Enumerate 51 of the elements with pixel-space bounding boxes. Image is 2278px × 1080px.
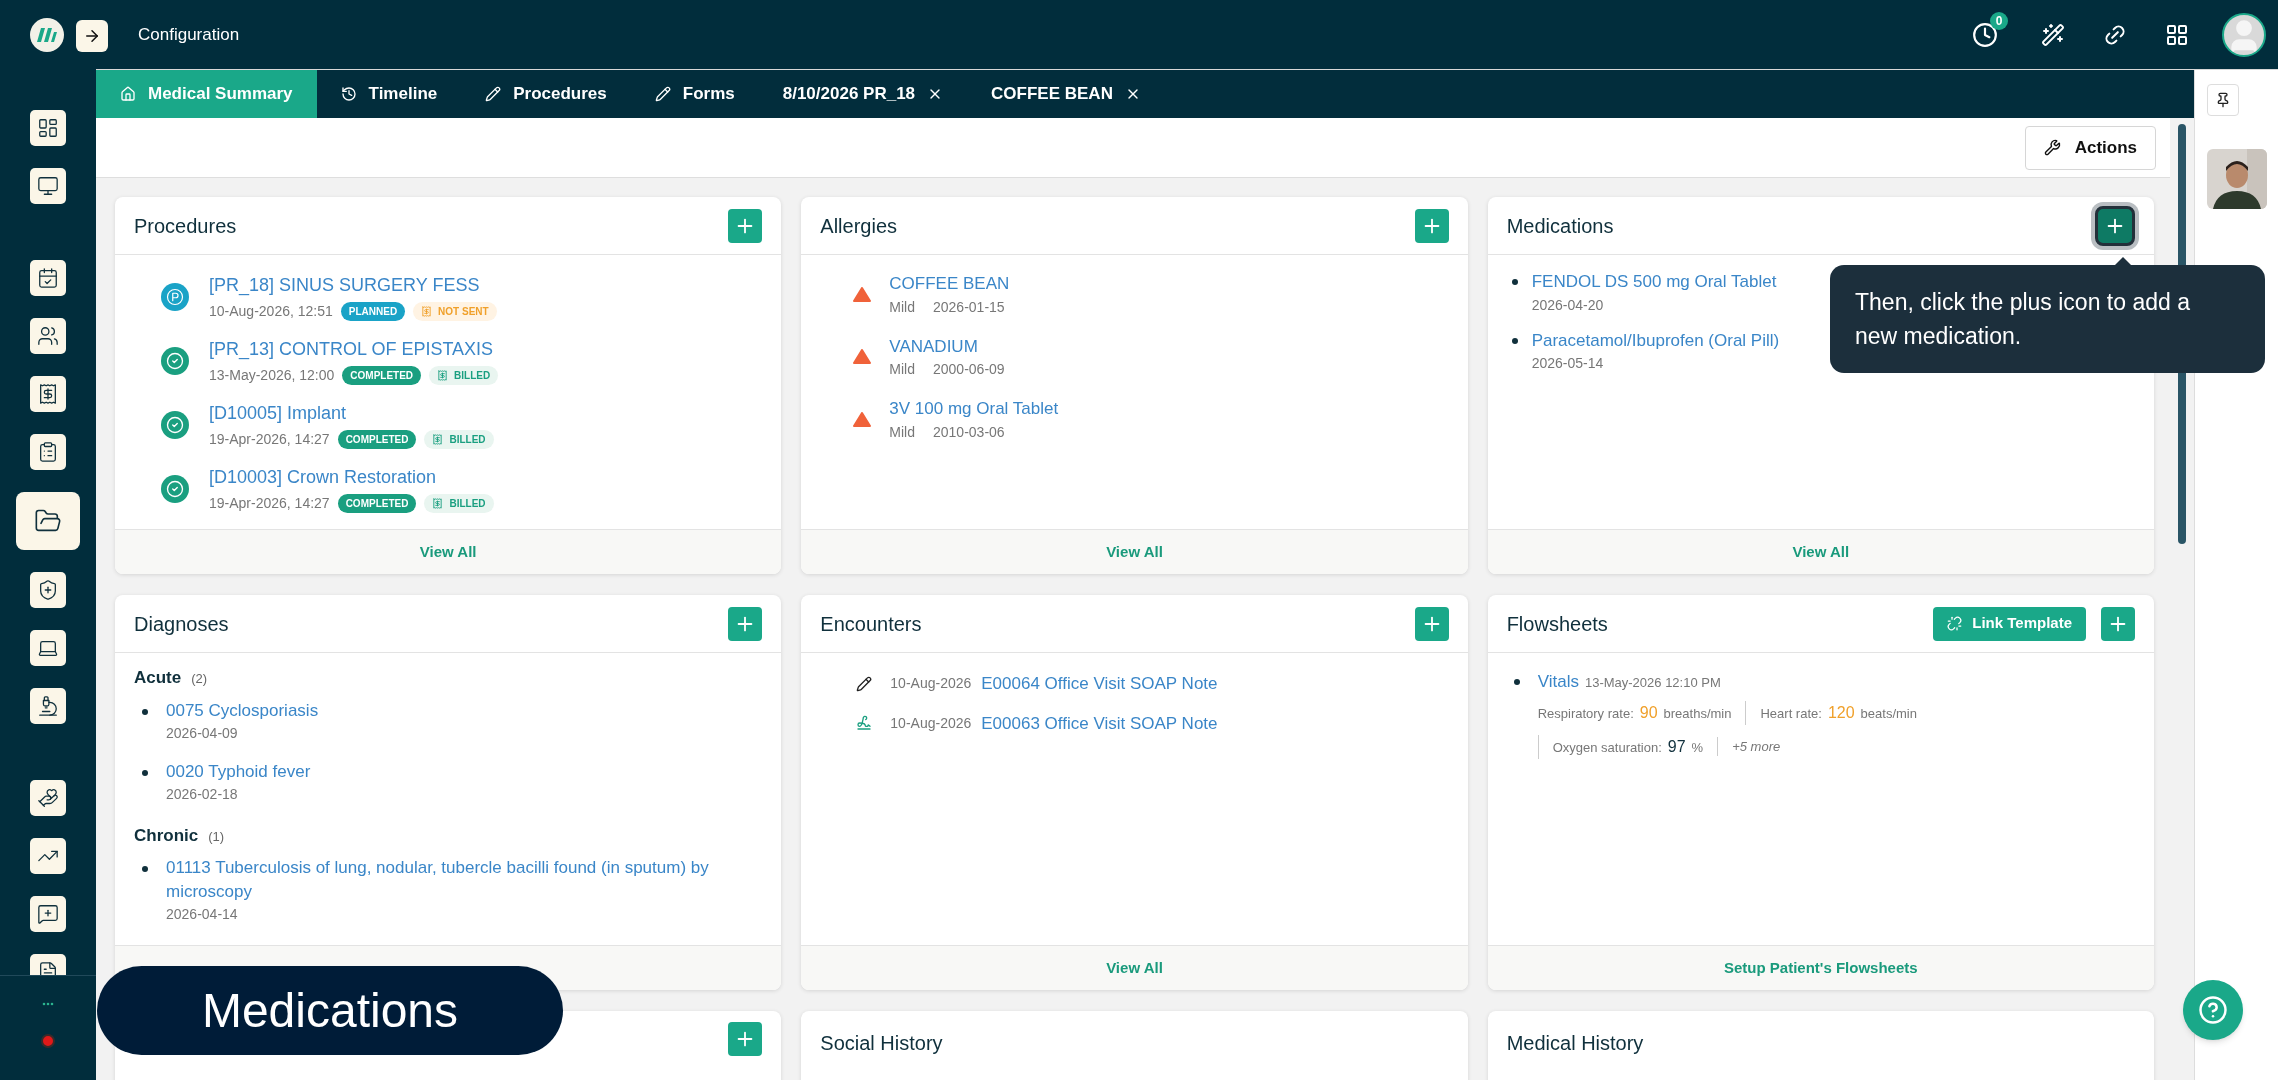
notification-badge: 0 [1990,11,2008,30]
billing-badge: BILLED [429,366,499,385]
encounter-date: 10-Aug-2026 [890,674,972,694]
status-badge: COMPLETED [337,494,417,513]
procedure-date: 19-Apr-2026, 14:27 [209,430,330,449]
allergy-date: 2000-06-09 [933,360,1005,379]
group-heading: Chronic [134,824,199,847]
allergy-date: 2026-01-15 [933,297,1005,317]
encounter-date: 10-Aug-2026 [890,713,972,733]
step-caption: Medications [97,966,563,1055]
page-title: Configuration [138,23,241,46]
reading-label: Oxygen saturation: [1552,738,1662,757]
reading-value: 97 [1667,736,1686,757]
medication-date: 2026-05-14 [1531,354,1605,373]
severity-label: Mild [889,360,915,379]
reading-unit: % [1691,738,1704,757]
group-count: (1) [208,827,225,846]
group-heading: Acute [134,667,182,689]
diagnosis-date: 2026-02-18 [166,784,239,804]
flowsheet-date: 13-May-2026 12:10 PM [1584,674,1721,692]
status-badge: COMPLETED [342,366,422,385]
card-title: Medications [1506,213,1614,239]
card-title: Diagnoses [134,611,229,637]
reading-label: Respiratory rate: [1537,704,1634,723]
card-title: Social History [820,1031,943,1056]
procedure-date: 13-May-2026, 12:00 [209,366,335,385]
card-title: Procedures [134,213,237,239]
reading-value: 120 [1827,702,1855,723]
procedure-date: 19-Apr-2026, 14:27 [209,494,330,513]
reading-value: 90 [1639,702,1658,723]
billing-badge: NOT SENT [413,302,497,321]
status-badge: PLANNED [340,302,406,321]
diagnosis-date: 2026-04-14 [166,905,239,924]
reading-unit: breaths/min [1663,704,1732,723]
billing-badge: BILLED [424,494,494,513]
billing-badge: BILLED [424,430,494,449]
card-title: Encounters [820,611,922,637]
tooltip: Then, click the plus icon to add a new medication. [1830,265,2265,373]
card-title: Flowsheets [1506,611,1608,637]
reading-label: Heart rate: [1760,704,1822,723]
card-title: Allergies [820,213,898,239]
procedure-date: 10-Aug-2026, 12:51 [209,302,333,321]
group-count: (2) [191,670,208,688]
diagnosis-date: 2026-04-09 [166,723,239,743]
severity-label: Mild [889,422,915,442]
medication-date: 2026-04-20 [1531,295,1605,315]
allergy-date: 2010-03-06 [933,422,1005,442]
status-badge: COMPLETED [337,430,417,449]
card-title: Medical History [1506,1031,1644,1056]
severity-label: Mild [889,297,915,317]
reading-unit: beats/min [1860,704,1917,723]
